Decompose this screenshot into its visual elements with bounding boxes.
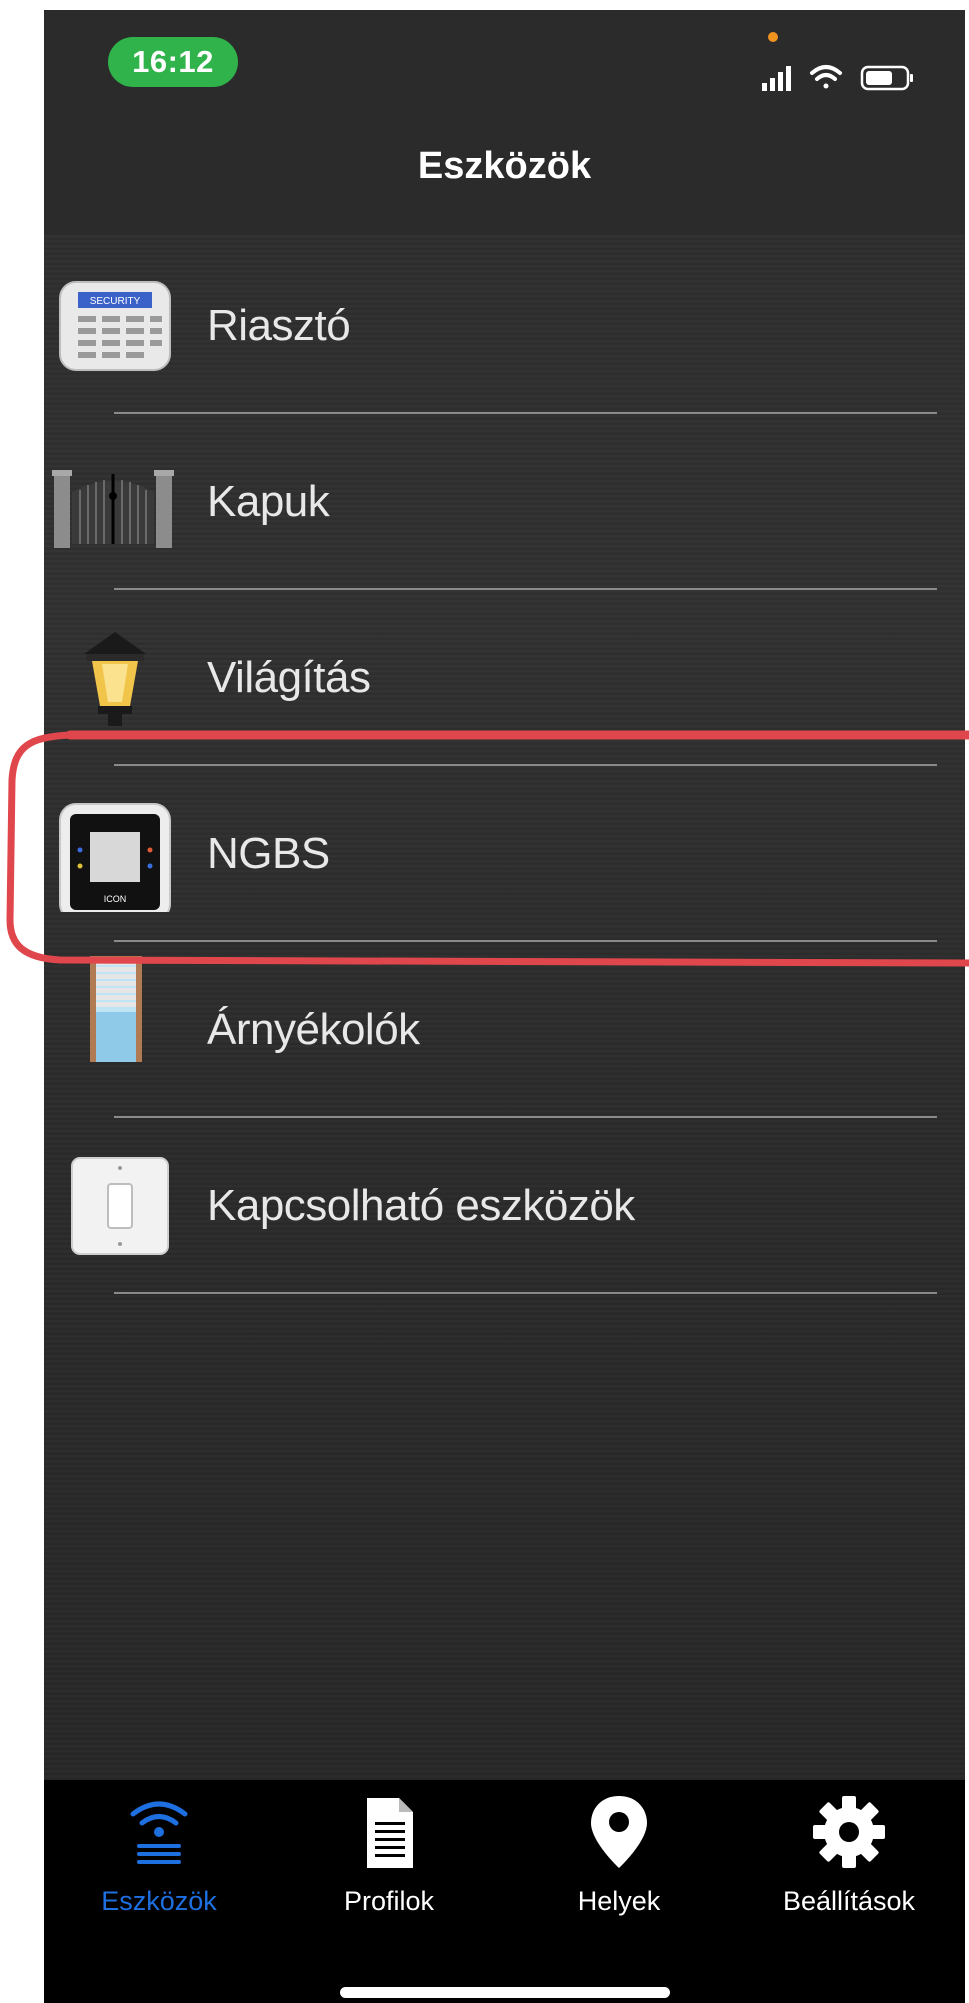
tab-eszkozok[interactable]: Eszközök bbox=[44, 1780, 274, 1930]
device-row-vilagitas[interactable]: Világítás bbox=[44, 590, 965, 766]
status-time: 16:12 bbox=[108, 37, 238, 87]
device-row-riaszto[interactable]: SECURITY Riasztó bbox=[44, 238, 965, 414]
battery-icon bbox=[860, 65, 913, 91]
device-row-ngbs[interactable]: ICON NGBS bbox=[44, 766, 965, 942]
wifi-icon bbox=[810, 65, 842, 89]
tab-label: Beállítások bbox=[782, 1886, 916, 1916]
tab-helyek[interactable]: Helyek bbox=[504, 1780, 734, 1930]
svg-text:ICON: ICON bbox=[104, 894, 127, 904]
lantern-icon bbox=[84, 632, 146, 726]
device-label: Világítás bbox=[207, 653, 371, 702]
device-label: Kapuk bbox=[207, 477, 330, 526]
page-title: Eszközök bbox=[417, 145, 592, 187]
security-keypad-icon: SECURITY bbox=[59, 281, 171, 371]
wifi-devices-icon bbox=[130, 1801, 188, 1864]
location-pin-icon bbox=[591, 1796, 647, 1868]
ngbs-thermostat-icon: ICON bbox=[59, 803, 171, 912]
svg-text:SECURITY: SECURITY bbox=[90, 296, 141, 307]
navigation-bar: Eszközök bbox=[44, 105, 965, 235]
device-label: NGBS bbox=[207, 829, 330, 878]
tab-label: Profilok bbox=[343, 1886, 435, 1916]
status-icons bbox=[762, 65, 913, 91]
device-label: Kapcsolható eszközök bbox=[207, 1181, 635, 1230]
device-list: SECURITY Riasztó Kapuk Világítás ICON NG… bbox=[44, 238, 965, 1294]
device-row-arnyekolok[interactable]: Árnyékolók bbox=[44, 942, 965, 1118]
status-bar: 16:12 bbox=[44, 10, 965, 105]
wall-switch-icon bbox=[71, 1157, 169, 1255]
gate-icon bbox=[52, 470, 174, 548]
device-label: Árnyékolók bbox=[207, 1005, 420, 1054]
microphone-indicator-icon bbox=[768, 32, 778, 42]
document-icon bbox=[367, 1798, 413, 1868]
gear-icon bbox=[813, 1796, 885, 1868]
window-blind-icon bbox=[90, 956, 142, 1062]
tab-profilok[interactable]: Profilok bbox=[274, 1780, 504, 1930]
tab-label: Eszközök bbox=[101, 1886, 217, 1916]
tab-beallitasok[interactable]: Beállítások bbox=[734, 1780, 964, 1930]
divider bbox=[114, 1292, 937, 1294]
device-row-kapcsolhato[interactable]: Kapcsolható eszközök bbox=[44, 1118, 965, 1294]
cellular-signal-icon bbox=[762, 66, 791, 91]
device-label: Riasztó bbox=[207, 301, 351, 350]
tab-label: Helyek bbox=[577, 1886, 661, 1916]
home-indicator[interactable] bbox=[340, 1987, 670, 1998]
device-row-kapuk[interactable]: Kapuk bbox=[44, 414, 965, 590]
phone-screen: 16:12 Eszközök SECURITY Riasztó Kapuk Vi… bbox=[44, 10, 965, 2003]
tab-bar: Eszközök Profilok Helyek Beállítások bbox=[44, 1780, 965, 2003]
